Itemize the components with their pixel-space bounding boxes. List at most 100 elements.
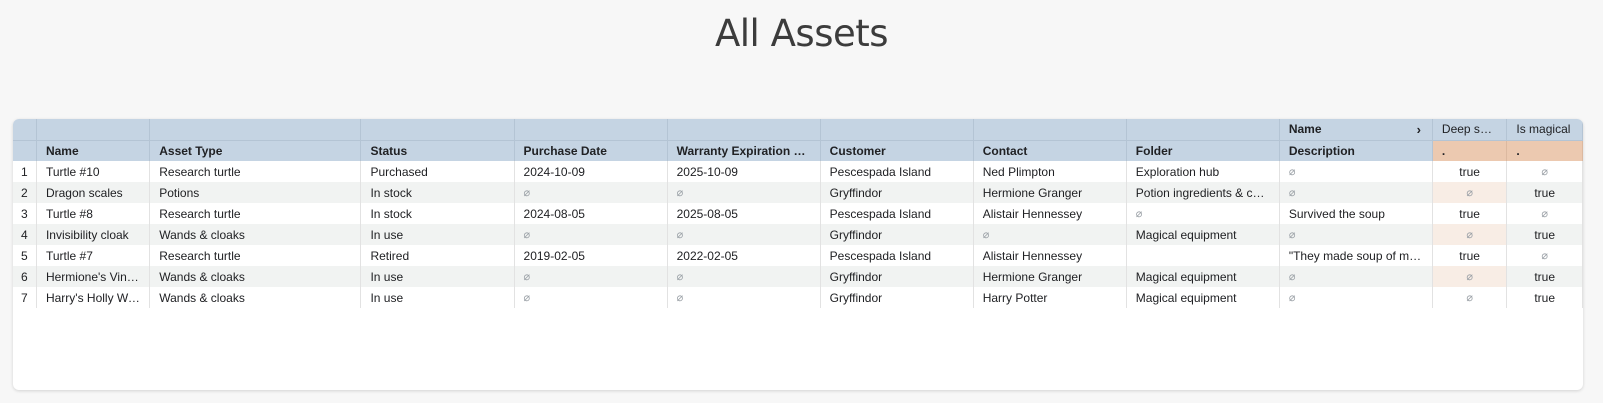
group-header-cell	[149, 119, 362, 140]
cell-customer[interactable]: Gryffindor	[820, 287, 974, 308]
cell-asset-type[interactable]: Research turtle	[149, 245, 362, 266]
cell-is-magical[interactable]: true	[1506, 287, 1583, 308]
cell-description[interactable]: "They made soup of my…	[1279, 245, 1433, 266]
cell-contact[interactable]: Harry Potter	[973, 287, 1127, 308]
cell-purchase-date[interactable]: ⌀	[514, 287, 668, 308]
column-header-warranty[interactable]: Warranty Expiration Date	[667, 139, 821, 161]
cell-status[interactable]: In stock	[360, 182, 515, 203]
deep-sea-header[interactable]: Deep sea?	[1432, 119, 1508, 140]
cell-is-magical[interactable]: true	[1506, 224, 1583, 245]
cell-description[interactable]: ⌀	[1279, 161, 1433, 182]
cell-folder[interactable]: Magical equipment	[1126, 224, 1280, 245]
cell-contact[interactable]: ⌀	[973, 224, 1127, 245]
table-row[interactable]: 1 Turtle #10 Research turtle Purchased 2024-…	[13, 161, 1583, 182]
cell-asset-type[interactable]: Research turtle	[149, 161, 362, 182]
cell-is-magical[interactable]: ⌀	[1506, 245, 1583, 266]
cell-customer[interactable]: Gryffindor	[820, 182, 974, 203]
cell-status[interactable]: In use	[360, 224, 515, 245]
cell-asset-type[interactable]: Potions	[149, 182, 362, 203]
column-header-contact[interactable]: Contact	[973, 139, 1127, 161]
cell-customer[interactable]: Pescespada Island	[820, 245, 974, 266]
cell-warranty[interactable]: ⌀	[667, 287, 821, 308]
cell-warranty[interactable]: 2025-10-09	[667, 161, 821, 182]
cell-status[interactable]: In use	[360, 266, 515, 287]
cell-deep-sea[interactable]: ⌀	[1432, 182, 1508, 203]
table-row[interactable]: 5 Turtle #7 Research turtle Retired 2019-02-…	[13, 245, 1583, 266]
cell-purchase-date[interactable]: ⌀	[514, 266, 668, 287]
cell-name[interactable]: Turtle #8	[36, 203, 151, 224]
cell-name[interactable]: Turtle #7	[36, 245, 151, 266]
cell-contact[interactable]: Alistair Hennessey	[973, 245, 1127, 266]
cell-folder[interactable]: ⌀	[1126, 203, 1280, 224]
column-header-name[interactable]: Name	[36, 139, 151, 161]
cell-asset-type[interactable]: Wands & cloaks	[149, 287, 362, 308]
cell-purchase-date[interactable]: ⌀	[514, 182, 668, 203]
cell-folder[interactable]: Magical equipment	[1126, 266, 1280, 287]
cell-description[interactable]: ⌀	[1279, 224, 1433, 245]
table-row[interactable]: 6 Hermione's Vine… Wands & cloaks In use ⌀ ⌀ G…	[13, 266, 1583, 287]
cell-contact[interactable]: Hermione Granger	[973, 182, 1127, 203]
cell-warranty[interactable]: ⌀	[667, 182, 821, 203]
column-header-customer[interactable]: Customer	[820, 139, 974, 161]
cell-asset-type[interactable]: Research turtle	[149, 203, 362, 224]
cell-description[interactable]: ⌀	[1279, 266, 1433, 287]
table-row[interactable]: 4 Invisibility cloak Wands & cloaks In use ⌀…	[13, 224, 1583, 245]
cell-purchase-date[interactable]: 2019-02-05	[514, 245, 668, 266]
table-row[interactable]: 2 Dragon scales Potions In stock ⌀ ⌀ Gryffindo…	[13, 182, 1583, 203]
cell-is-magical[interactable]: ⌀	[1506, 203, 1583, 224]
column-header-is-magical[interactable]: .	[1506, 139, 1583, 161]
cell-warranty[interactable]: ⌀	[667, 266, 821, 287]
cell-deep-sea[interactable]: ⌀	[1432, 224, 1508, 245]
chevron-right-icon[interactable]: ›	[1417, 122, 1421, 137]
is-magical-header[interactable]: Is magical	[1506, 119, 1583, 140]
table-row[interactable]: 7 Harry's Holly Wa… Wands & cloaks In use ⌀ ⌀…	[13, 287, 1583, 308]
cell-status[interactable]: Purchased	[360, 161, 515, 182]
cell-purchase-date[interactable]: 2024-10-09	[514, 161, 668, 182]
cell-contact[interactable]: Alistair Hennessey	[973, 203, 1127, 224]
cell-warranty[interactable]: 2022-02-05	[667, 245, 821, 266]
cell-customer[interactable]: Pescespada Island	[820, 203, 974, 224]
cell-deep-sea[interactable]: ⌀	[1432, 266, 1508, 287]
cell-deep-sea[interactable]: ⌀	[1432, 287, 1508, 308]
cell-name[interactable]: Hermione's Vine…	[36, 266, 151, 287]
cell-name[interactable]: Harry's Holly Wa…	[36, 287, 151, 308]
cell-deep-sea[interactable]: true	[1432, 203, 1508, 224]
column-header-status[interactable]: Status	[360, 139, 515, 161]
cell-customer[interactable]: Gryffindor	[820, 224, 974, 245]
cell-warranty[interactable]: ⌀	[667, 224, 821, 245]
cell-description[interactable]: ⌀	[1279, 287, 1433, 308]
cell-customer[interactable]: Gryffindor	[820, 266, 974, 287]
cell-name[interactable]: Invisibility cloak	[36, 224, 151, 245]
name-group-header[interactable]: Name ›	[1279, 119, 1433, 140]
column-header-asset-type[interactable]: Asset Type	[149, 139, 362, 161]
column-header-folder[interactable]: Folder	[1126, 139, 1280, 161]
cell-status[interactable]: In use	[360, 287, 515, 308]
cell-warranty[interactable]: 2025-08-05	[667, 203, 821, 224]
cell-description[interactable]: ⌀	[1279, 182, 1433, 203]
column-header-deep-sea[interactable]: .	[1432, 139, 1508, 161]
cell-folder[interactable]: Magical equipment	[1126, 287, 1280, 308]
cell-deep-sea[interactable]: true	[1432, 245, 1508, 266]
cell-description[interactable]: Survived the soup	[1279, 203, 1433, 224]
cell-asset-type[interactable]: Wands & cloaks	[149, 266, 362, 287]
cell-deep-sea[interactable]: true	[1432, 161, 1508, 182]
cell-folder[interactable]: Exploration hub	[1126, 161, 1280, 182]
cell-purchase-date[interactable]: ⌀	[514, 224, 668, 245]
cell-name[interactable]: Dragon scales	[36, 182, 151, 203]
cell-is-magical[interactable]: ⌀	[1506, 161, 1583, 182]
cell-purchase-date[interactable]: 2024-08-05	[514, 203, 668, 224]
column-header-description[interactable]: Description	[1279, 139, 1433, 161]
cell-folder[interactable]	[1126, 245, 1280, 266]
cell-status[interactable]: In stock	[360, 203, 515, 224]
cell-contact[interactable]: Hermione Granger	[973, 266, 1127, 287]
cell-is-magical[interactable]: true	[1506, 266, 1583, 287]
cell-folder[interactable]: Potion ingredients & co…	[1126, 182, 1280, 203]
cell-contact[interactable]: Ned Plimpton	[973, 161, 1127, 182]
cell-status[interactable]: Retired	[360, 245, 515, 266]
column-header-purchase-date[interactable]: Purchase Date	[514, 139, 668, 161]
cell-name[interactable]: Turtle #10	[36, 161, 151, 182]
cell-is-magical[interactable]: true	[1506, 182, 1583, 203]
cell-customer[interactable]: Pescespada Island	[820, 161, 974, 182]
table-row[interactable]: 3 Turtle #8 Research turtle In stock 2024-08…	[13, 203, 1583, 224]
cell-asset-type[interactable]: Wands & cloaks	[149, 224, 362, 245]
